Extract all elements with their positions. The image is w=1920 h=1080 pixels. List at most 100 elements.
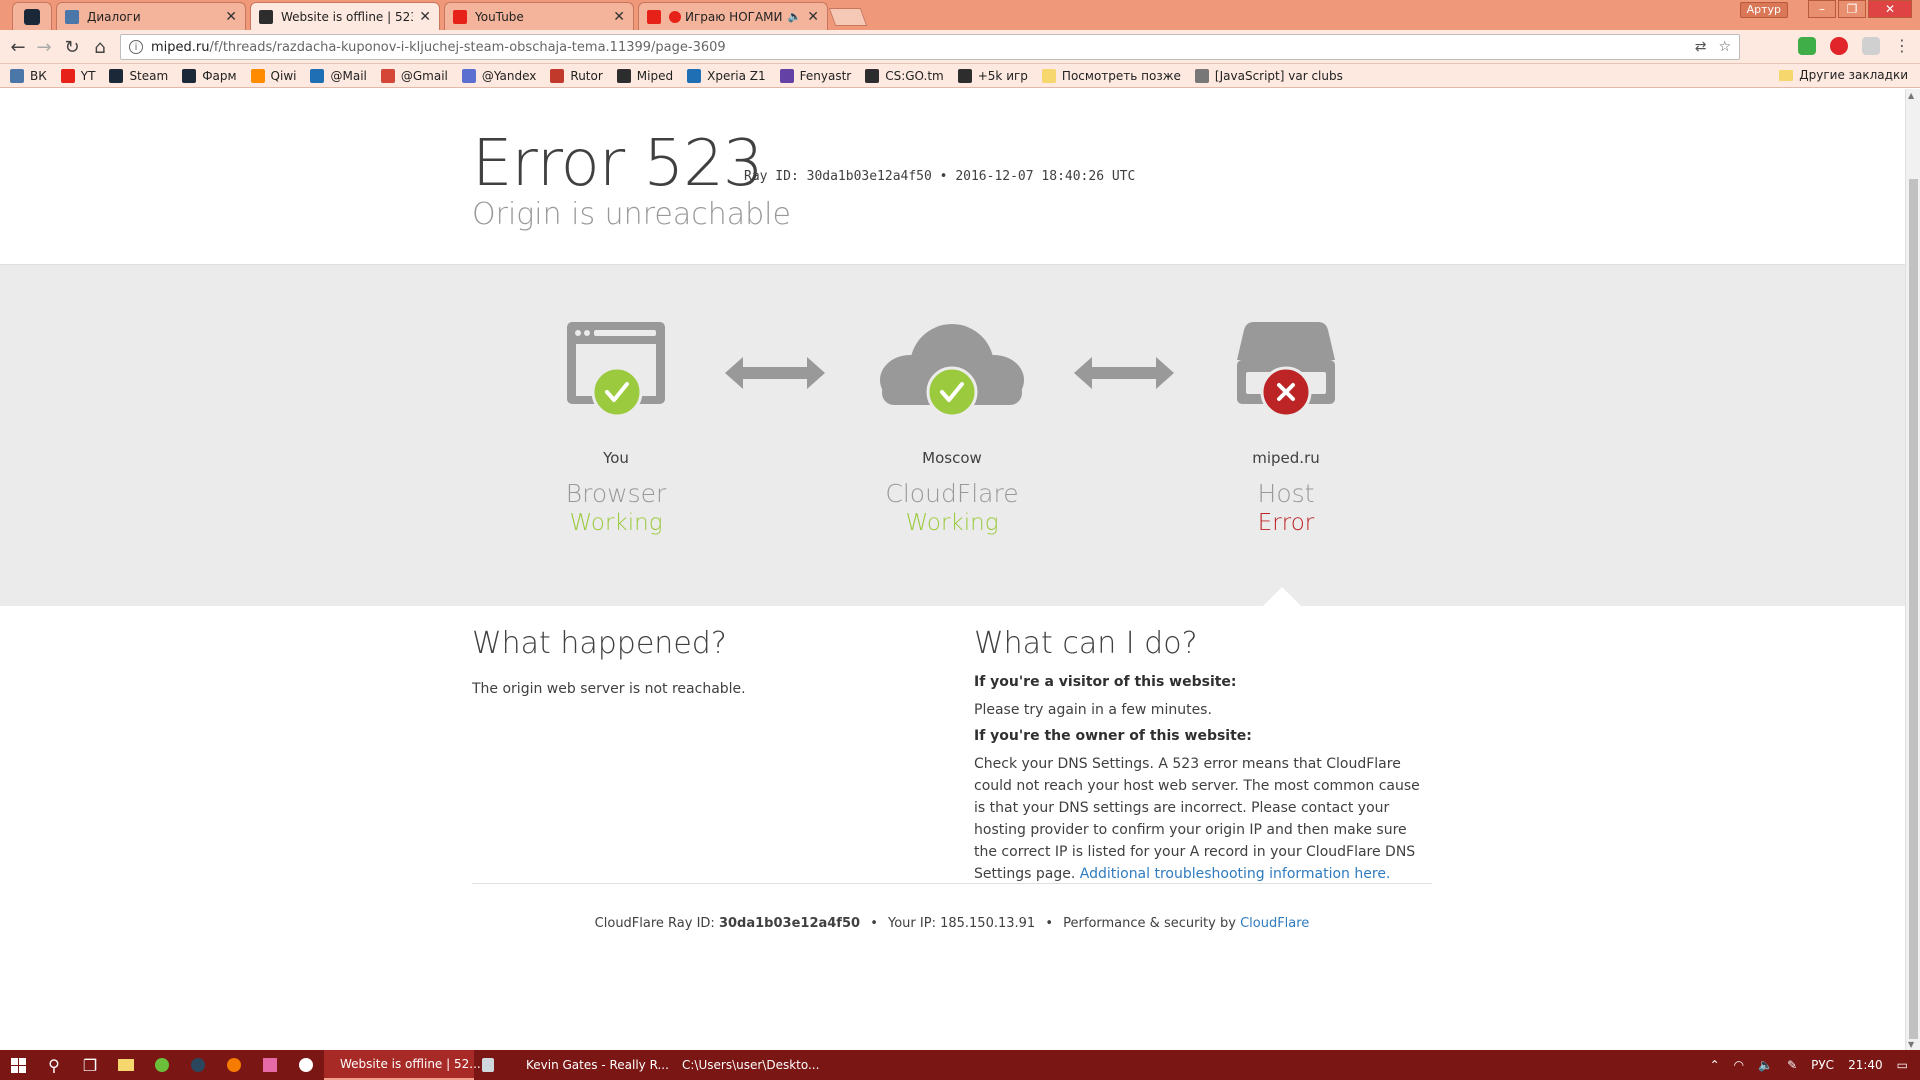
tab-website-offline[interactable]: Website is offline | 523: C ✕ bbox=[250, 2, 440, 30]
taskbar-app-console[interactable]: C:\Users\user\Deskto... bbox=[666, 1050, 822, 1080]
tray-expand-icon[interactable]: ⌃ bbox=[1710, 1058, 1720, 1072]
bookmark-item[interactable]: Посмотреть позже bbox=[1041, 68, 1181, 83]
bookmark-star-icon[interactable]: ☆ bbox=[1718, 39, 1731, 55]
bookmark-item[interactable]: YT bbox=[60, 68, 95, 83]
bookmark-item[interactable]: @Gmail bbox=[380, 68, 448, 83]
language-indicator[interactable]: РУС bbox=[1811, 1058, 1834, 1072]
what-happened-text: The origin web server is not reachable. bbox=[472, 681, 746, 697]
bookmark-favicon-icon bbox=[1041, 68, 1056, 83]
bookmark-item[interactable]: Фарм bbox=[182, 68, 237, 83]
bookmarks-bar: ВК YT Steam Фарм Qiwi @Mail @Gmail @Yandex Rutor… bbox=[0, 64, 1920, 88]
pinned-tab-steam[interactable] bbox=[12, 2, 52, 30]
youtube-favicon-icon bbox=[453, 9, 467, 24]
bookmark-item[interactable]: [JavaScript] var clubs bbox=[1194, 68, 1343, 83]
notepad-icon bbox=[482, 1058, 494, 1072]
system-tray: ⌃ ◠ 🔈 ✎ РУС 21:40 ▭ bbox=[1710, 1050, 1920, 1080]
address-bar[interactable]: i miped.ru /f/threads/razdacha-kuponov-i… bbox=[120, 34, 1740, 60]
steam-icon bbox=[24, 8, 40, 25]
bookmark-item[interactable]: +5k игр bbox=[957, 68, 1028, 83]
tab-close-icon[interactable]: ✕ bbox=[419, 9, 431, 25]
site-info-icon[interactable]: i bbox=[129, 40, 143, 54]
error-subtitle: Origin is unreachable bbox=[472, 197, 791, 232]
tab-youtube-video[interactable]: Играю НОГАМИ 🔈 ✕ bbox=[638, 2, 828, 30]
bookmark-label: Qiwi bbox=[270, 68, 297, 83]
bookmark-label: Фарм bbox=[202, 68, 237, 83]
home-button[interactable]: ⌂ bbox=[88, 36, 112, 58]
bookmark-item[interactable]: Qiwi bbox=[250, 68, 297, 83]
paint-taskbar-button[interactable] bbox=[252, 1050, 288, 1080]
page-scrollbar[interactable]: ▲ ▼ bbox=[1905, 89, 1920, 1051]
steam-taskbar-button[interactable] bbox=[180, 1050, 216, 1080]
bookmark-favicon-icon bbox=[461, 68, 476, 83]
footer-ip-label: Your IP: bbox=[888, 916, 936, 931]
bookmark-item[interactable]: Steam bbox=[109, 68, 168, 83]
volume-icon[interactable]: 🔈 bbox=[1758, 1058, 1773, 1072]
forward-button[interactable]: → bbox=[32, 36, 56, 58]
taskbar-app-chrome[interactable]: Website is offline | 52... bbox=[324, 1050, 481, 1080]
owner-label: If you're the owner of this website: bbox=[974, 728, 1252, 744]
translate-icon[interactable]: ⇄ bbox=[1695, 39, 1707, 55]
bookmark-item[interactable]: @Yandex bbox=[461, 68, 536, 83]
vk-favicon-icon bbox=[65, 9, 79, 24]
reload-icon: ↻ bbox=[64, 36, 80, 58]
explorer-button[interactable] bbox=[108, 1050, 144, 1080]
bookmark-item[interactable]: Fenyastr bbox=[779, 68, 851, 83]
footer-ip-value: 185.150.13.91 bbox=[940, 916, 1036, 931]
bookmark-favicon-icon bbox=[109, 68, 124, 83]
tab-dialogs[interactable]: Диалоги ✕ bbox=[56, 2, 246, 30]
tab-close-icon[interactable]: ✕ bbox=[807, 9, 819, 25]
tab-close-icon[interactable]: ✕ bbox=[225, 9, 237, 25]
yandex-taskbar-button[interactable] bbox=[288, 1050, 324, 1080]
tab-label: YouTube bbox=[475, 9, 524, 24]
node-kind: Host bbox=[1257, 479, 1315, 508]
clock[interactable]: 21:40 bbox=[1848, 1058, 1883, 1072]
app-taskbar-button[interactable] bbox=[216, 1050, 252, 1080]
new-tab-button[interactable] bbox=[828, 8, 868, 26]
bookmark-item[interactable]: Miped bbox=[616, 68, 673, 83]
task-view-button[interactable]: ❐ bbox=[72, 1050, 108, 1080]
taskbar-app-aimp[interactable]: Kevin Gates - Really R... bbox=[510, 1050, 669, 1080]
search-button[interactable]: ⚲ bbox=[36, 1050, 72, 1080]
grey-shield-extension-icon[interactable] bbox=[1862, 36, 1880, 55]
owner-text: Check your DNS Settings. A 523 error mea… bbox=[974, 756, 1420, 882]
back-button[interactable]: ← bbox=[6, 36, 30, 58]
cloudflare-link[interactable]: CloudFlare bbox=[1240, 916, 1309, 931]
troubleshooting-link[interactable]: Additional troubleshooting information h… bbox=[1080, 866, 1391, 882]
recording-dot-icon bbox=[669, 10, 681, 23]
reload-button[interactable]: ↻ bbox=[60, 36, 84, 58]
scrollbar-thumb[interactable] bbox=[1909, 179, 1918, 1039]
start-button[interactable] bbox=[0, 1050, 36, 1080]
page-footer: CloudFlare Ray ID: 30da1b03e12a4f50 • Yo… bbox=[472, 916, 1432, 931]
restore-button[interactable]: ❐ bbox=[1838, 0, 1866, 18]
tab-youtube[interactable]: YouTube ✕ bbox=[444, 2, 634, 30]
bookmark-item[interactable]: Xperia Z1 bbox=[687, 68, 766, 83]
shield-extension-icon[interactable] bbox=[1798, 36, 1816, 55]
bookmark-item[interactable]: CS:GO.tm bbox=[865, 68, 944, 83]
speaker-icon[interactable]: 🔈 bbox=[788, 10, 802, 23]
miped-favicon-icon bbox=[259, 9, 273, 24]
tab-close-icon[interactable]: ✕ bbox=[613, 9, 625, 25]
bookmark-item[interactable]: @Mail bbox=[310, 68, 367, 83]
bookmark-label: Посмотреть позже bbox=[1061, 68, 1181, 83]
bookmark-item[interactable]: Rutor bbox=[550, 68, 603, 83]
other-bookmarks[interactable]: Другие закладки bbox=[1779, 68, 1908, 82]
home-icon: ⌂ bbox=[94, 36, 106, 58]
profile-button[interactable]: Артур bbox=[1739, 2, 1788, 18]
paint-icon bbox=[263, 1058, 277, 1072]
notifications-icon[interactable]: ▭ bbox=[1897, 1058, 1908, 1072]
minimize-button[interactable]: – bbox=[1808, 0, 1836, 18]
close-window-button[interactable]: ✕ bbox=[1868, 0, 1912, 18]
ray-id-line: Ray ID: 30da1b03e12a4f50 • 2016-12-07 18… bbox=[744, 169, 1136, 184]
tab-label: Website is offline | 523: C bbox=[281, 9, 413, 24]
pen-icon[interactable]: ✎ bbox=[1787, 1058, 1797, 1072]
menu-kebab-icon[interactable]: ⋮ bbox=[1894, 36, 1910, 55]
tab-label: Играю НОГАМИ bbox=[685, 9, 783, 24]
bookmark-item[interactable]: ВК bbox=[10, 68, 47, 83]
scroll-down-icon[interactable]: ▼ bbox=[1908, 1040, 1914, 1049]
adblock-extension-icon[interactable] bbox=[1830, 36, 1848, 55]
wifi-icon[interactable]: ◠ bbox=[1734, 1058, 1744, 1072]
utorrent-button[interactable] bbox=[144, 1050, 180, 1080]
taskbar-app-notepad[interactable] bbox=[474, 1050, 510, 1080]
forward-arrow-icon: → bbox=[36, 36, 52, 58]
scroll-up-icon[interactable]: ▲ bbox=[1908, 91, 1914, 100]
